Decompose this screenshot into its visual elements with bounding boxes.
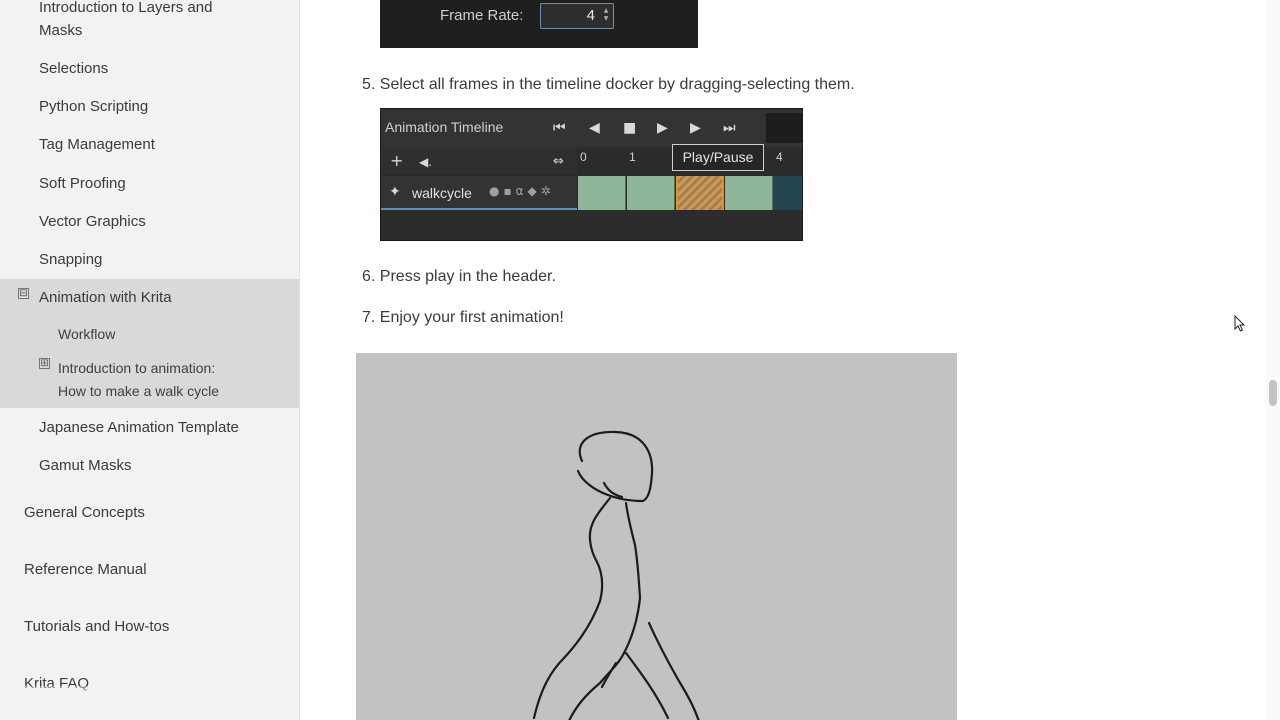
- frame-number: 4: [776, 150, 783, 164]
- sidebar-item-label: Python Scripting: [39, 98, 149, 115]
- sidebar-item-label: Tutorials and How-tos: [24, 618, 170, 635]
- mouse-cursor-icon: [1234, 315, 1246, 332]
- sidebar-item-label: Introduction to animation:: [58, 360, 216, 376]
- sidebar-item-snapping[interactable]: Snapping: [0, 248, 299, 271]
- sidebar-item-tag-management[interactable]: Tag Management: [0, 133, 299, 156]
- audio-icon: ◀.: [419, 155, 433, 169]
- frame-cell-selected: [676, 176, 724, 210]
- framerate-label: Frame Rate:: [440, 7, 524, 24]
- sidebar-item-label: Introduction to Layers and: [39, 0, 213, 16]
- sidebar-item-label: Selections: [39, 60, 109, 77]
- layer-property-icons: ●▪α◆✲: [489, 184, 555, 198]
- sidebar-item-soft-proofing[interactable]: Soft Proofing: [0, 172, 299, 195]
- sidebar-item-label: Tag Management: [39, 136, 155, 153]
- sidebar-item-gamut-masks[interactable]: Gamut Masks: [0, 454, 299, 477]
- play-icon: ▶: [657, 120, 668, 136]
- spinner-arrows-icon: ▲ ▼: [603, 7, 609, 22]
- framerate-screenshot: Frame Rate: 4 ▲ ▼: [380, 0, 698, 48]
- sidebar-item-python-scripting[interactable]: Python Scripting: [0, 95, 299, 118]
- sidebar-item-label: Gamut Masks: [39, 457, 132, 474]
- sidebar-item-label: Vector Graphics: [39, 213, 146, 230]
- first-frame-icon: ⏮: [553, 120, 566, 136]
- timeline-empty-cell: [773, 176, 802, 210]
- frame-number: 1: [629, 150, 636, 164]
- sidebar-item-label: Animation with Krita: [39, 289, 172, 306]
- framerate-value: 4: [586, 7, 595, 24]
- frame-number: 0: [580, 150, 587, 164]
- walk-cycle-animation: [356, 353, 957, 720]
- sidebar-item-label: Soft Proofing: [39, 175, 126, 192]
- sidebar-item-vector-graphics[interactable]: Vector Graphics: [0, 210, 299, 233]
- sidebar-fade: [0, 686, 299, 720]
- pin-icon: ✦: [389, 184, 401, 200]
- step-7-text: 7. Enjoy your first animation!: [362, 309, 564, 326]
- timeline-title: Animation Timeline: [385, 119, 504, 135]
- sidebar-item-label-line2: How to make a walk cycle: [58, 383, 220, 399]
- previous-frame-icon: ◀: [589, 120, 600, 136]
- sidebar-item-selections[interactable]: Selections: [0, 57, 299, 80]
- sidebar: Introduction to Layers and Masks Selecti…: [0, 0, 300, 720]
- timeline-screenshot: Animation Timeline ⏮ ◀ ■ ▶ ▶ ⏭ + ◀. ⇔ 0 …: [380, 108, 803, 241]
- stop-icon: ■: [623, 120, 637, 136]
- sidebar-item-japanese-animation-template[interactable]: Japanese Animation Template: [0, 416, 299, 439]
- frame-cell: [725, 176, 773, 210]
- walking-figure-sketch: [532, 430, 700, 720]
- scrollbar-thumb[interactable]: [1269, 380, 1277, 406]
- page-scrollbar[interactable]: [1266, 0, 1280, 720]
- layer-name: walkcycle: [412, 185, 472, 201]
- sidebar-item-layers-masks[interactable]: Introduction to Layers and Masks: [0, 0, 299, 42]
- sidebar-item-walk-cycle[interactable]: Introduction to animation: How to make a…: [0, 357, 299, 403]
- framerate-input: 4 ▲ ▼: [540, 3, 614, 29]
- last-frame-icon: ⏭: [723, 120, 736, 136]
- play-pause-tooltip: Play/Pause: [672, 144, 764, 171]
- zoom-fit-icon: ⇔: [553, 154, 564, 169]
- sidebar-item-label: Japanese Animation Template: [39, 419, 239, 436]
- timeline-header-dark: [766, 113, 802, 143]
- add-icon: +: [390, 151, 404, 170]
- sidebar-item-label-line2: Masks: [39, 22, 83, 39]
- timeline-bottom: [381, 210, 802, 240]
- frame-cell: [627, 176, 675, 210]
- step-6-text: 6. Press play in the header.: [362, 268, 556, 285]
- step-5-text: 5. Select all frames in the timeline doc…: [362, 76, 855, 93]
- sidebar-item-label: Snapping: [39, 251, 103, 268]
- sidebar-item-label: Workflow: [58, 326, 116, 342]
- sidebar-item-workflow[interactable]: Workflow: [0, 323, 299, 346]
- sidebar-item-animation-with-krita[interactable]: Animation with Krita: [0, 286, 299, 309]
- sidebar-item-tutorials[interactable]: Tutorials and How-tos: [0, 615, 299, 638]
- sidebar-item-label: General Concepts: [24, 504, 145, 521]
- frame-cell: [578, 176, 626, 210]
- next-frame-icon: ▶: [690, 120, 701, 136]
- sidebar-item-reference-manual[interactable]: Reference Manual: [0, 558, 299, 581]
- sidebar-item-general-concepts[interactable]: General Concepts: [0, 501, 299, 524]
- sidebar-item-label: Reference Manual: [24, 561, 147, 578]
